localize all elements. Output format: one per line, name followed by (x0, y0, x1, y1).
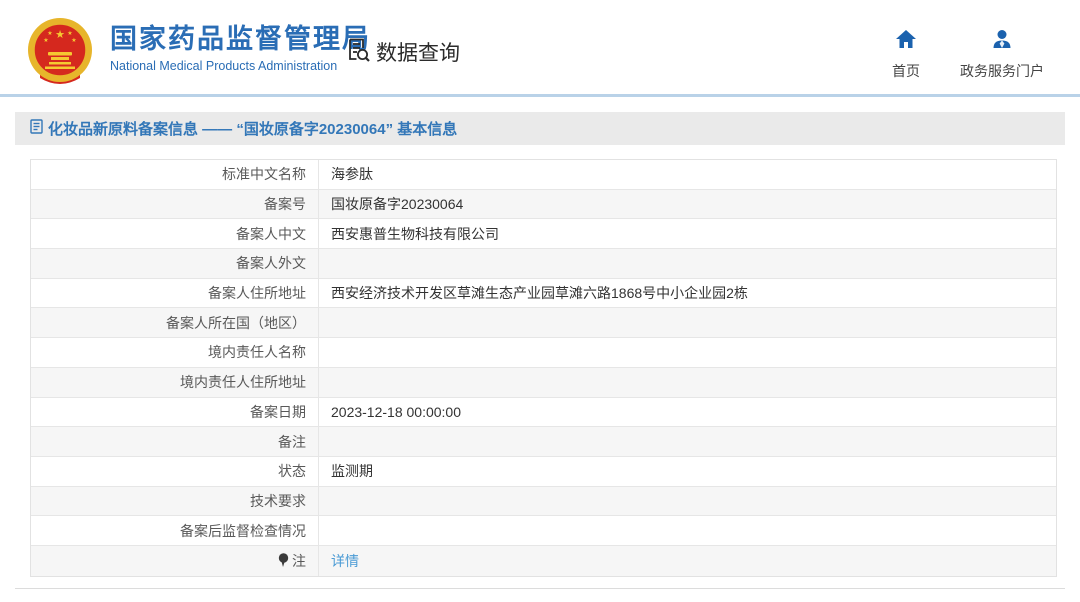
user-icon (991, 29, 1013, 54)
nav-item-label: 政务服务门户 (960, 63, 1044, 79)
data-query-section: 数据查询 (344, 36, 460, 68)
row-label: 备案人住所地址 (31, 278, 319, 308)
row-label-text: 备案后监督检查情况 (180, 522, 306, 539)
row-label-text: 备案人外文 (236, 255, 306, 272)
row-value (319, 516, 1056, 545)
table-row: 备案人所在国（地区） (31, 308, 1056, 339)
document-search-icon (344, 36, 371, 68)
row-label: 境内责任人名称 (31, 338, 319, 367)
row-value: 2023-12-18 00:00:00 (331, 403, 461, 420)
note-pin-icon (278, 553, 289, 568)
detail-link[interactable]: 详情 (331, 551, 359, 571)
row-label-text: 备案日期 (250, 403, 306, 420)
row-label-text: 备案号 (264, 196, 306, 213)
svg-text:★: ★ (47, 30, 52, 37)
row-value: 详情 (319, 546, 1056, 576)
page-title-text: 化妆品新原料备案信息 —— “国妆原备字20230064” 基本信息 (48, 121, 458, 138)
brand-subtitle: National Medical Products Administration (110, 58, 338, 73)
table-row: 境内责任人名称 (31, 338, 1056, 368)
table-row: 备案人中文 西安惠普生物科技有限公司 (31, 219, 1056, 250)
row-value (319, 338, 1056, 367)
row-label-text: 注 (292, 552, 306, 569)
row-label-text: 备案人中文 (236, 225, 306, 242)
table-row: 技术要求 (31, 486, 1056, 517)
table-row: 备案人外文 (31, 249, 1056, 279)
row-label: 境内责任人住所地址 (31, 367, 319, 397)
row-value (319, 308, 1056, 337)
row-value (319, 487, 1056, 516)
row-label: 状态 (31, 456, 319, 486)
row-label: 备注 (31, 427, 319, 456)
row-label-text: 标准中文名称 (222, 166, 306, 183)
row-label: 备案人中文 (31, 219, 319, 249)
row-value (319, 368, 1056, 397)
svg-text:★: ★ (43, 37, 48, 44)
row-label: 备案号 (31, 189, 319, 219)
table-row: 备注 (31, 427, 1056, 457)
table-row: 备案人住所地址 西安经济技术开发区草滩生态产业园草滩六路1868号中小企业园2栋 (31, 278, 1056, 309)
page-title-bar: 化妆品新原料备案信息 —— “国妆原备字20230064” 基本信息 (15, 112, 1065, 145)
table-row: 状态 监测期 (31, 456, 1056, 487)
row-label: 标准中文名称 (31, 160, 319, 189)
row-label: 备案人所在国（地区） (31, 308, 319, 338)
table-row: 境内责任人住所地址 (31, 367, 1056, 398)
row-value: 西安经济技术开发区草滩生态产业园草滩六路1868号中小企业园2栋 (331, 285, 748, 302)
row-label-text: 状态 (278, 463, 306, 480)
row-label: 备案人外文 (31, 249, 319, 278)
row-label: 备案日期 (31, 397, 319, 427)
nav-item-home[interactable]: 首页 (892, 29, 920, 81)
row-label: 技术要求 (31, 486, 319, 516)
nav-item-label: 首页 (892, 63, 920, 79)
row-label-text: 技术要求 (250, 492, 306, 509)
row-label-text: 境内责任人住所地址 (180, 374, 306, 391)
bottom-divider (15, 587, 1065, 589)
svg-text:★: ★ (55, 29, 65, 41)
site-header: ★ ★ ★ ★ ★ 国家药品监督管理局 National Medical Pro… (0, 0, 1080, 97)
page-title: 化妆品新原料备案信息 —— “国妆原备字20230064” 基本信息 (30, 118, 457, 139)
data-query-title: 数据查询 (376, 42, 460, 65)
row-value (319, 427, 1056, 456)
table-row: 标准中文名称 海参肽 (31, 160, 1056, 190)
row-label: 备案后监督检查情况 (31, 516, 319, 545)
row-value (319, 249, 1056, 278)
brand-title: 国家药品监督管理局 (110, 24, 371, 54)
row-label: 注 (31, 545, 319, 576)
row-value: 海参肽 (331, 166, 373, 183)
row-label-text: 备案人住所地址 (208, 285, 306, 302)
home-icon (895, 29, 917, 54)
nmpa-emblem-logo: ★ ★ ★ ★ ★ (24, 16, 96, 88)
row-value: 西安惠普生物科技有限公司 (331, 225, 499, 242)
row-value: 监测期 (331, 463, 373, 480)
svg-text:★: ★ (67, 30, 72, 37)
table-row: 备案日期 2023-12-18 00:00:00 (31, 397, 1056, 428)
row-label-text: 境内责任人名称 (208, 344, 306, 361)
table-row: 备案号 国妆原备字20230064 (31, 189, 1056, 220)
row-label-text: 备案人所在国（地区） (166, 314, 306, 331)
nav-item-gov-portal[interactable]: 政务服务门户 (960, 29, 1044, 81)
row-label-text: 备注 (278, 433, 306, 450)
brand-block: 国家药品监督管理局 National Medical Products Admi… (110, 24, 371, 73)
row-value: 国妆原备字20230064 (331, 196, 464, 213)
header-nav: 首页 政务服务门户 (892, 29, 1044, 81)
table-row: 注 详情 (31, 545, 1056, 576)
table-row: 备案后监督检查情况 (31, 516, 1056, 546)
document-icon (30, 119, 43, 138)
svg-text:★: ★ (71, 37, 76, 44)
info-table: 标准中文名称 海参肽 备案号 国妆原备字20230064 备案人中文 西安惠普生… (30, 159, 1057, 577)
